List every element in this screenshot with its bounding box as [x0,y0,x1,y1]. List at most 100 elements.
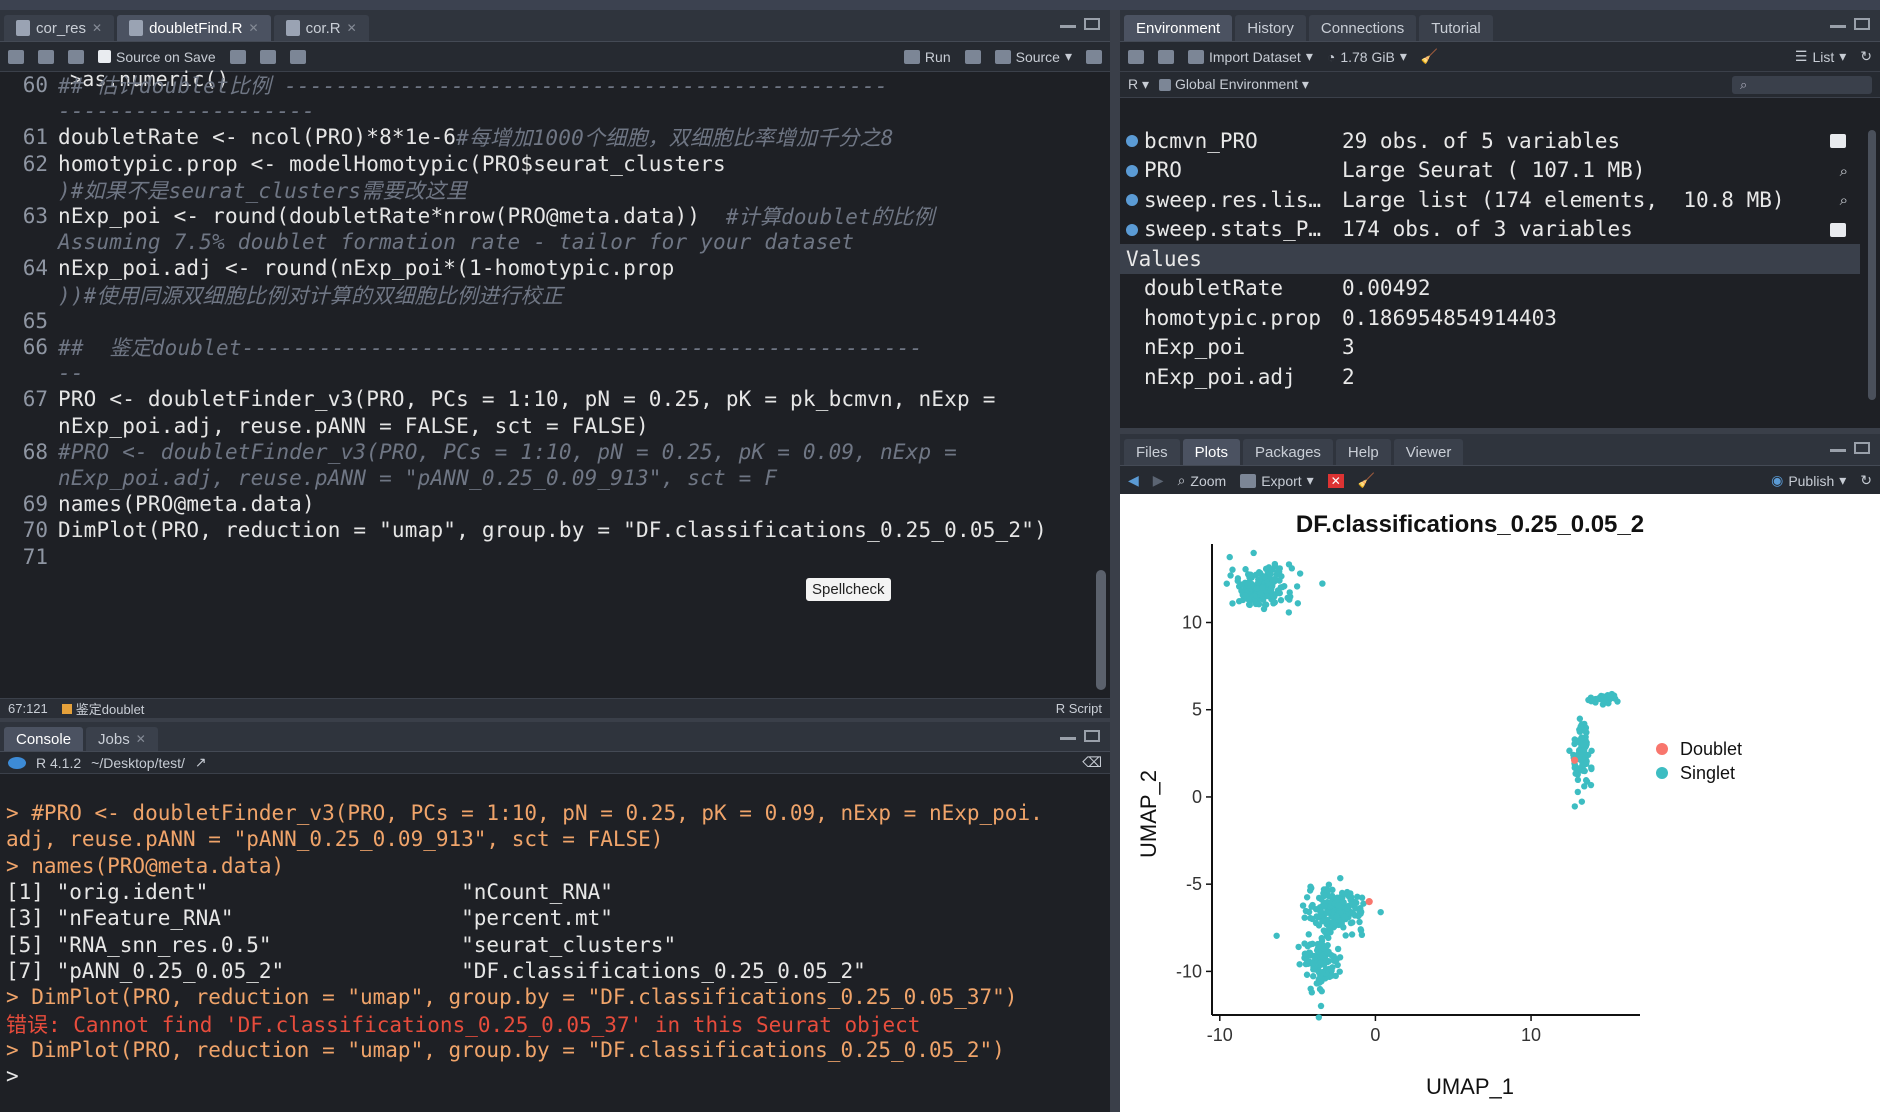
tab-tutorial[interactable]: Tutorial [1419,15,1493,41]
tab-cor-res[interactable]: cor_res ✕ [4,15,115,41]
code-line[interactable]: 69 names(PRO@meta.data) [0,491,315,517]
env-value-row[interactable]: nExp_poi.adj 2 [1120,362,1860,392]
view-table-icon[interactable] [1830,222,1846,237]
open-workspace-icon[interactable] [1128,49,1144,64]
refresh-icon[interactable]: ↻ [1860,48,1872,65]
minimize-icon[interactable] [1060,730,1076,740]
source-button[interactable]: Source ▾ [994,48,1072,65]
tab-connections[interactable]: Connections [1308,15,1417,41]
tab-plots[interactable]: Plots [1182,439,1241,465]
magnify-icon[interactable]: ⌕ [1840,162,1848,180]
broom-icon[interactable]: 🧹 [1421,48,1438,65]
code-line[interactable]: 70 DimPlot(PRO, reduction = "umap", group… [0,517,1047,543]
search-icon[interactable] [229,49,246,64]
tab-files[interactable]: Files [1124,439,1180,465]
expand-icon[interactable] [1126,164,1138,177]
minimize-icon[interactable] [1060,18,1076,28]
scope-select[interactable]: Global Environment ▾ [1159,76,1309,93]
publish-button[interactable]: ◉ Publish ▾ [1771,472,1846,489]
code-line[interactable]: 62 homotypic.prop <- modelHomotypic(PRO$s… [0,151,726,177]
source-on-save-checkbox[interactable]: Source on Save [98,49,216,65]
maximize-icon[interactable] [1084,730,1100,742]
code-line[interactable]: 65 [0,308,58,334]
show-in-window-icon[interactable] [38,49,54,64]
run-button[interactable]: Run [903,49,951,65]
env-scrollbar[interactable] [1868,130,1876,400]
goto-dir-icon[interactable]: ↗ [195,754,207,771]
remove-plot-icon[interactable]: ✕ [1327,473,1344,488]
tab-console[interactable]: Console [4,727,84,751]
section-indicator[interactable]: 鉴定doublet [61,699,144,718]
language-select[interactable]: R ▾ [1128,76,1149,93]
code-line[interactable]: Assuming 7.5% doublet formation rate - t… [0,229,854,255]
close-icon[interactable]: ✕ [92,21,102,35]
maximize-icon[interactable] [1854,442,1870,454]
tab-environment[interactable]: Environment [1124,15,1233,41]
code-line[interactable]: 68 #PRO <- doubletFinder_v3(PRO, PCs = 1:… [0,439,957,465]
console-output[interactable]: > #PRO <- doubletFinder_v3(PRO, PCs = 1:… [6,800,1106,1089]
code-line[interactable]: 66 ## 鉴定doublet--------------------------… [0,334,922,360]
code-line[interactable]: nExp_poi.adj, reuse.pANN = FALSE, sct = … [0,413,649,439]
minimize-icon[interactable] [1830,18,1846,28]
close-icon[interactable]: ✕ [136,732,146,746]
env-value-row[interactable]: homotypic.prop 0.186954854914403 [1120,303,1860,333]
export-button[interactable]: Export ▾ [1240,472,1314,489]
code-area[interactable]: 60 ## 估计doublet比例 -----------------------… [0,72,1110,700]
expand-icon[interactable] [1126,223,1138,236]
maximize-icon[interactable] [1854,18,1870,30]
expand-icon[interactable] [1126,194,1138,206]
code-line[interactable]: 63 nExp_poi <- round(doubletRate*nrow(PRO… [0,203,935,229]
close-icon[interactable]: ✕ [249,21,259,35]
magnify-icon[interactable]: ⌕ [1840,191,1848,209]
tab-viewer[interactable]: Viewer [1393,439,1464,465]
code-line[interactable]: 61 doubletRate <- ncol(PRO)*8*1e-6 #每增加100… [0,124,894,150]
wand-icon[interactable] [259,49,276,64]
tab-help[interactable]: Help [1335,439,1391,465]
outline-icon[interactable] [1086,49,1102,64]
code-line[interactable]: 64 nExp_poi.adj <- round(nExp_poi*(1-homo… [0,255,675,281]
file-type[interactable]: R Script [1056,701,1102,716]
save-icon[interactable] [68,49,84,64]
env-value-row[interactable]: nExp_poi 3 [1120,333,1860,363]
tab-jobs[interactable]: Jobs ✕ [86,727,158,751]
save-icon[interactable] [1158,49,1174,64]
compile-report-icon[interactable] [289,49,306,64]
back-arrow-icon[interactable]: ◀ [1128,472,1139,489]
expand-icon[interactable] [1126,135,1138,147]
env-data-row[interactable]: PRO Large Seurat ( 107.1 MB) ⌕ [1120,156,1860,186]
view-table-icon[interactable] [1830,134,1846,148]
code-line[interactable]: ))#使用同源双细胞比例对计算的双细胞比例进行校正 [0,282,563,308]
code-line[interactable]: -- [0,360,84,386]
view-mode-button[interactable]: ☰ List ▾ [1795,48,1846,65]
zoom-button[interactable]: ⌕ Zoom [1178,472,1227,489]
code-line[interactable]: )#如果不是seurat_clusters需要改这里 [0,177,467,203]
back-arrow-icon[interactable] [8,49,24,64]
code-line[interactable]: 71 [0,544,58,570]
rerun-icon[interactable] [964,49,981,64]
tab-cor-r[interactable]: cor.R ✕ [273,15,369,41]
minimize-icon[interactable] [1830,442,1846,452]
tab-doubletfind[interactable]: doubletFind.R ✕ [117,15,271,41]
close-icon[interactable]: ✕ [347,21,357,35]
editor-scrollbar[interactable] [1096,570,1106,690]
env-value-row[interactable]: doubletRate 0.00492 [1120,274,1860,304]
env-data-row[interactable]: sweep.res.lis… Large list (174 elements, … [1120,185,1860,215]
clear-console-icon[interactable]: ⌫ [1082,754,1102,771]
code-line[interactable]: -------------------- [0,98,315,124]
working-directory[interactable]: ~/Desktop/test/ [91,755,185,771]
vertical-splitter[interactable] [1110,10,1120,1112]
tab-history[interactable]: History [1235,15,1306,41]
import-dataset-button[interactable]: Import Dataset ▾ [1188,48,1313,65]
maximize-icon[interactable] [1084,18,1100,30]
refresh-icon[interactable]: ↻ [1860,472,1872,489]
memory-usage[interactable]: ◔ 1.78 GiB ▾ [1327,48,1407,65]
code-line[interactable]: nExp_poi.adj, reuse.pANN = "pANN_0.25_0.… [0,465,777,491]
env-search-input[interactable]: ⌕ [1732,75,1872,94]
env-data-row[interactable]: bcmvn_PRO 29 obs. of 5 variables [1120,126,1860,156]
code-line[interactable]: 60 ## 估计doublet比例 -----------------------… [0,72,888,98]
tab-packages[interactable]: Packages [1243,439,1333,465]
broom-icon[interactable]: 🧹 [1358,472,1375,489]
env-data-row[interactable]: sweep.stats_P… 174 obs. of 3 variables [1120,215,1860,245]
code-line[interactable]: 67 PRO <- doubletFinder_v3(PRO, PCs = 1:1… [0,386,996,412]
forward-arrow-icon[interactable]: ▶ [1153,472,1164,489]
